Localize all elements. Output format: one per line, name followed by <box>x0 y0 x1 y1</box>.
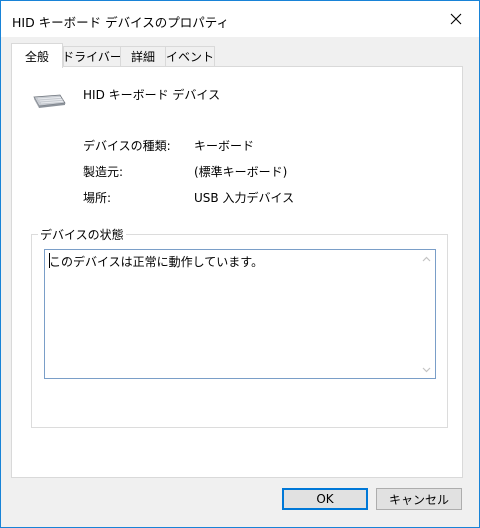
tab-details[interactable]: 詳細 <box>120 46 166 66</box>
device-type-value: キーボード <box>194 139 255 153</box>
cancel-button-label: キャンセル <box>388 492 449 507</box>
ok-button[interactable]: OK <box>282 488 368 510</box>
close-icon <box>450 13 462 25</box>
tab-events[interactable]: イベント <box>165 46 215 66</box>
general-tab-page: HID キーボード デバイス デバイスの種類: キーボード 製造元: (標準キー… <box>11 66 463 478</box>
device-status-text: このデバイスは正常に動作しています。 <box>49 255 264 269</box>
text-caret <box>49 253 50 268</box>
scroll-up-button[interactable] <box>421 253 432 264</box>
title-bar: HID キーボード デバイスのプロパティ <box>1 1 479 37</box>
properties-dialog: HID キーボード デバイスのプロパティ 全般 ドライバー 詳細 イベント HI… <box>0 0 480 528</box>
window-title: HID キーボード デバイスのプロパティ <box>12 15 230 30</box>
device-status-textbox[interactable]: このデバイスは正常に動作しています。 <box>44 249 436 379</box>
location-label: 場所: <box>83 191 112 205</box>
keyboard-icon <box>32 91 66 111</box>
ok-button-label: OK <box>316 492 334 506</box>
scroll-down-button[interactable] <box>421 364 432 375</box>
device-status-group: デバイスの状態 このデバイスは正常に動作しています。 <box>31 226 448 428</box>
cancel-button[interactable]: キャンセル <box>376 488 462 510</box>
close-button[interactable] <box>441 5 471 33</box>
device-name: HID キーボード デバイス <box>83 88 221 102</box>
tab-label: 全般 <box>24 49 49 64</box>
tab-label: イベント <box>166 50 215 64</box>
manufacturer-value: (標準キーボード) <box>194 165 288 179</box>
device-status-title: デバイスの状態 <box>38 226 126 243</box>
tab-label: ドライバー <box>62 50 122 64</box>
device-type-label: デバイスの種類: <box>83 139 171 153</box>
tab-driver[interactable]: ドライバー <box>62 46 122 66</box>
chevron-up-icon <box>422 256 431 261</box>
tab-label: 詳細 <box>130 50 155 64</box>
location-value: USB 入力デバイス <box>194 191 295 205</box>
vertical-scrollbar[interactable] <box>418 250 435 378</box>
manufacturer-label: 製造元: <box>83 165 124 179</box>
tab-general[interactable]: 全般 <box>11 43 63 68</box>
tab-strip: 全般 ドライバー 詳細 イベント <box>11 43 471 68</box>
chevron-down-icon <box>422 367 431 372</box>
